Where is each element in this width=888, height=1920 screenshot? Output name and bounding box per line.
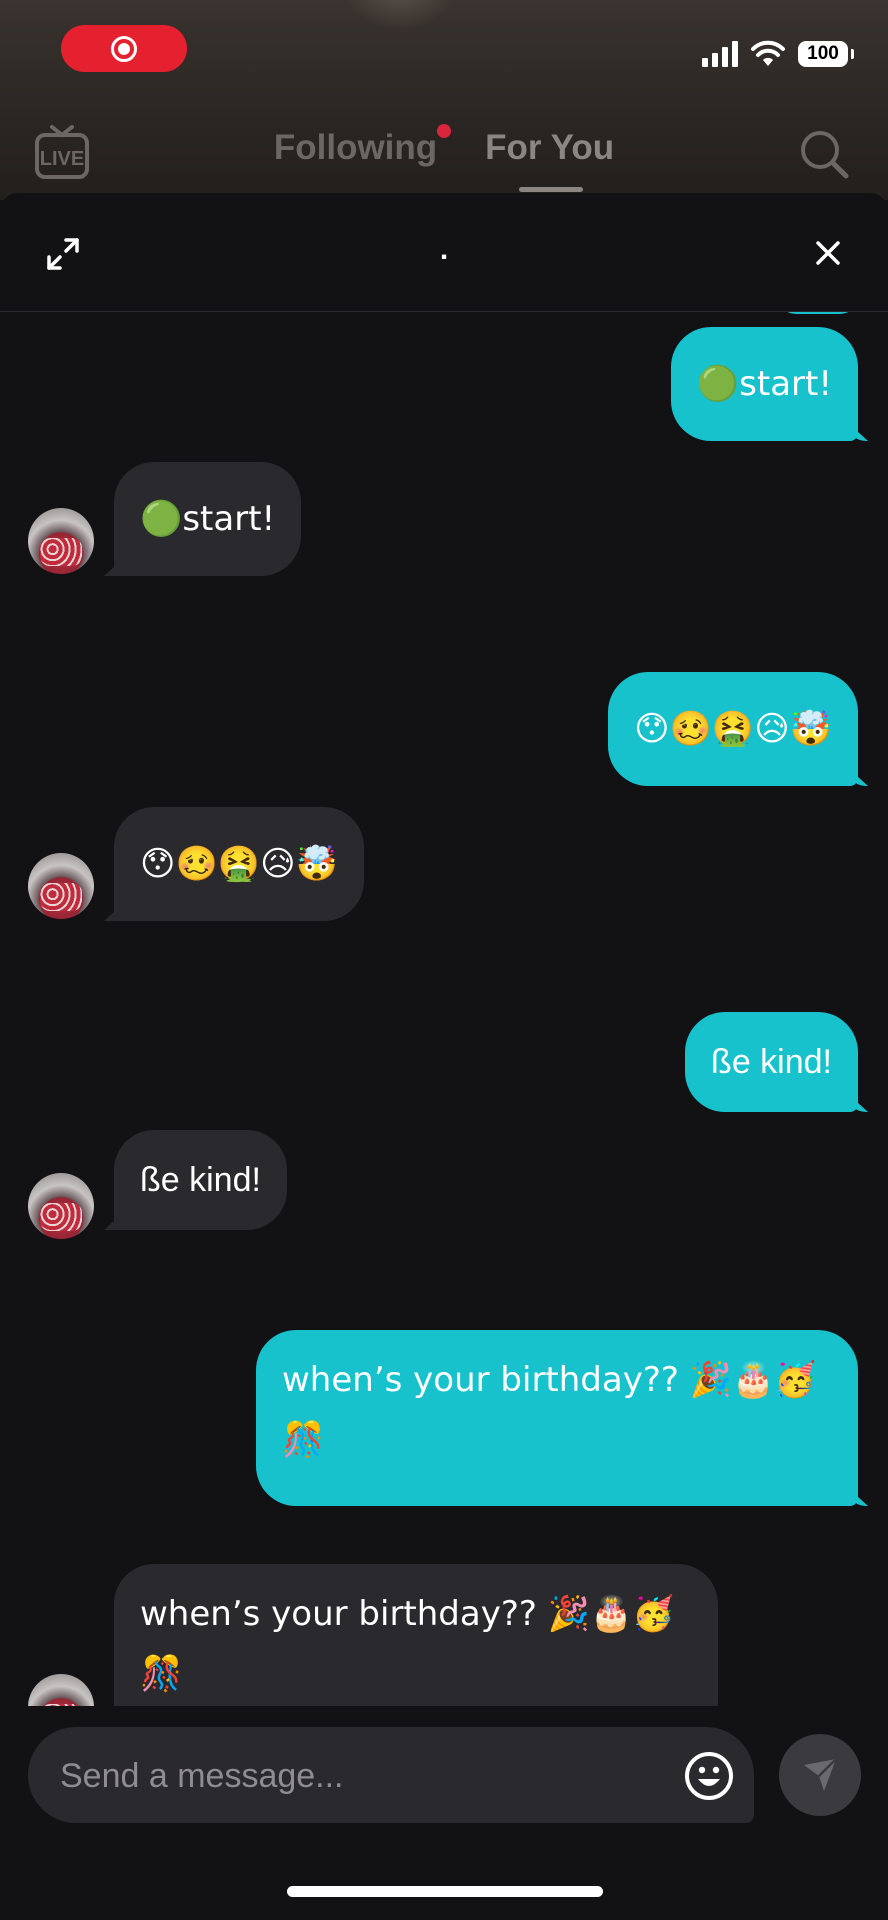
chat-title: . [439,233,449,266]
signal-icon [702,41,738,67]
avatar[interactable] [28,853,94,919]
message-text: ße kind! [711,1043,832,1081]
close-button[interactable] [814,239,842,272]
home-indicator[interactable] [287,1886,603,1897]
message-text: 🟢start! [140,499,276,539]
background-glow [340,0,460,30]
screen-record-indicator[interactable] [61,25,187,72]
smiley-icon [685,1752,733,1800]
feed-tabs: Following For You [0,124,888,192]
tab-following-label: Following [273,128,438,167]
incoming-message[interactable]: 😯🥴🤮😥🤯 [114,807,364,921]
message-list[interactable]: 🟢start! 🟢start! 😯🥴🤮😥🤯 😯🥴🤮😥🤯 ße kind! ße … [0,312,888,1706]
battery-icon: 100 [798,41,854,67]
outgoing-message[interactable]: 🟢start! [670,327,858,441]
message-text: 😯🥴🤮😥🤯 [634,709,832,749]
wifi-icon [751,40,785,66]
notification-dot [437,124,452,138]
message-text: 🟢start! [696,364,832,404]
outgoing-message[interactable]: when’s your birthday?? 🎉🎂🥳🎊 [256,1330,858,1506]
chat-header: . [0,193,888,312]
status-icons: 100 [702,40,854,68]
message-text: ße kind! [140,1161,261,1199]
active-tab-indicator [519,187,584,192]
outgoing-message[interactable]: 😯🥴🤮😥🤯 [608,672,858,786]
screen-record-icon [111,35,137,62]
tab-for-you[interactable]: For You [485,128,615,192]
close-icon [816,241,840,265]
incoming-message[interactable]: when’s your birthday?? 🎉🎂🥳🎊 [114,1564,718,1706]
chat-sheet: . 🟢start! 🟢start! 😯🥴🤮😥🤯 😯🥴🤮😥🤯 ße kind! ß… [0,193,888,1920]
partial-message-bubble [778,312,858,314]
send-icon [804,1758,837,1791]
message-text: when’s your birthday?? 🎉🎂🥳🎊 [140,1594,675,1694]
message-input[interactable] [58,1727,662,1825]
message-composer [28,1727,754,1825]
incoming-message[interactable]: 🟢start! [114,462,302,576]
feed-top-bar: 100 LIVE Following For You [0,0,888,200]
avatar[interactable] [28,1173,94,1239]
search-icon[interactable] [798,128,850,185]
tab-for-you-label: For You [485,128,615,167]
emoji-button[interactable] [684,1751,734,1806]
send-button[interactable] [779,1734,861,1816]
avatar[interactable] [28,508,94,574]
battery-level: 100 [807,43,839,64]
message-text: 😯🥴🤮😥🤯 [140,844,338,884]
incoming-message[interactable]: ße kind! [114,1130,287,1230]
message-text: when’s your birthday?? 🎉🎂🥳🎊 [282,1360,817,1460]
avatar[interactable] [28,1674,94,1706]
outgoing-message[interactable]: ße kind! [685,1012,858,1112]
tab-following[interactable]: Following [273,124,452,168]
